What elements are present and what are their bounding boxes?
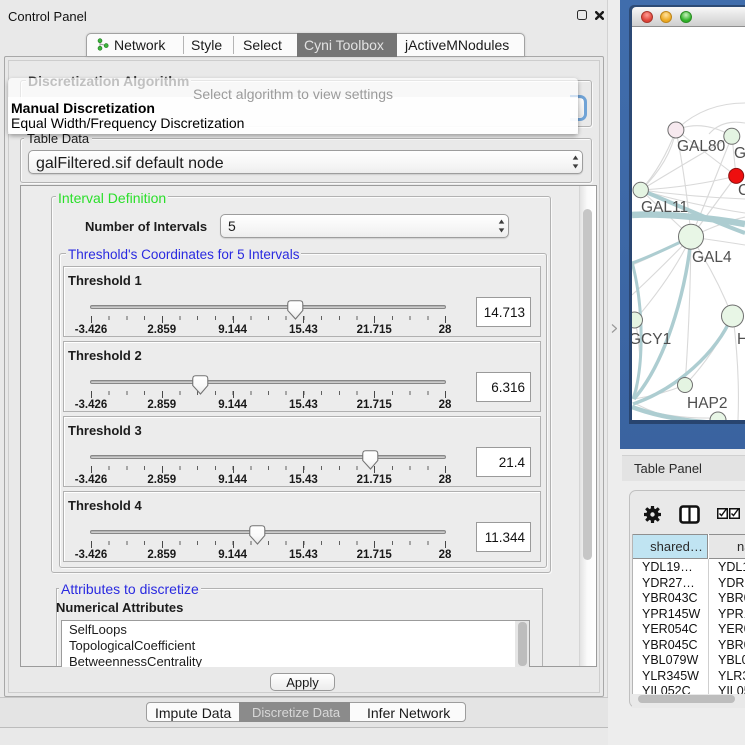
svg-text:GAL11: GAL11 <box>641 199 688 216</box>
svg-text:H: H <box>737 331 745 348</box>
svg-text:GCY1: GCY1 <box>632 331 671 348</box>
svg-text:GAL4: GAL4 <box>692 249 732 266</box>
svg-text:GA: GA <box>734 145 745 162</box>
svg-text:HAP2: HAP2 <box>687 395 728 412</box>
svg-text:C: C <box>738 182 745 199</box>
svg-text:GAL80: GAL80 <box>677 138 726 155</box>
